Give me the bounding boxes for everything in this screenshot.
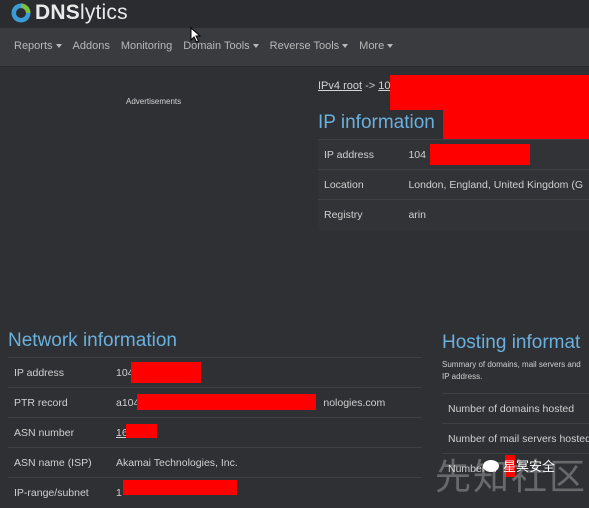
network-info-key: ASN name (ISP) [8,447,110,478]
breadcrumb-current-link[interactable]: 10 [378,80,390,92]
network-info-key: IP address [8,357,110,388]
nav-item-addons[interactable]: Addons [73,40,110,52]
nav-item-label: Addons [72,40,110,52]
redaction-block [443,110,589,140]
hosting-info-key: Number of domains hosted [442,393,589,424]
nav-item-reports[interactable]: Reports [14,40,62,52]
mouse-cursor-icon [190,27,202,43]
dnslytics-logo-icon [11,3,31,23]
network-info-key: IP-range/subnet [8,477,110,508]
logo[interactable]: DNSlytics [10,1,128,25]
ip-info-key: Registry [318,199,403,230]
network-info-value-text: a104 [116,396,140,409]
caret-down-icon [342,44,349,49]
network-info-value-text: 1 [116,486,122,499]
redaction-block [430,144,530,165]
ip-info-key: Location [318,169,403,200]
network-info-key: ASN number [8,417,110,448]
nav-item-more[interactable]: More [359,40,394,52]
caret-down-icon [55,44,62,49]
nav-item-label: More [359,40,385,52]
ip-info-value-text: 104 [408,148,426,161]
ip-info-value: London, England, United Kingdom (G [402,169,589,200]
redaction-block [126,424,157,438]
hosting-info-row: Number of domains hosted [442,393,589,424]
network-info-row: IP address 104 [8,357,422,388]
network-info-row: ASN name (ISP) Akamai Technologies, Inc. [8,447,422,478]
hosting-information-heading: Hosting informat [442,332,581,353]
redaction-block [123,480,237,495]
redaction-block [390,75,589,110]
wechat-icon [483,459,499,472]
brand-name-thin: lytics [79,1,128,24]
network-info-key: PTR record [8,387,110,418]
network-info-value: Akamai Technologies, Inc. [110,447,422,478]
ip-info-value-text: arin [408,208,426,221]
network-information-heading: Network information [8,330,177,351]
watermark-badge-text: 星冥安全 [503,459,556,474]
redaction-block [131,362,201,383]
watermark-badge: 星冥安全 [483,456,555,475]
brand-bar: DNSlytics [0,0,589,28]
nav-item-reverse-tools[interactable]: Reverse Tools [270,40,349,52]
main-nav: Reports Addons Monitoring Domain Tools Rever… [0,28,589,67]
ip-info-key: IP address [318,139,403,170]
caret-down-icon [387,44,394,49]
nav-item-monitoring[interactable]: Monitoring [121,40,172,52]
ip-info-value: arin [402,199,589,230]
breadcrumb: IPv4 root -> 10 [318,80,391,92]
ip-info-row: Location London, England, United Kingdom … [318,169,589,200]
network-info-value-tail: nologies.com [323,396,386,409]
nav-list: Reports Addons Monitoring Domain Tools Rever… [14,40,404,52]
nav-item-label: Reports [14,40,53,52]
network-info-value-text: Akamai Technologies, Inc. [116,456,238,469]
network-info-row: ASN number 16 [8,417,422,448]
redaction-block [137,394,316,410]
breadcrumb-separator: -> [365,80,376,92]
ip-information-heading: IP information [318,112,435,133]
nav-item-label: Monitoring [120,40,173,52]
hosting-description: Summary of domains, mail servers and IP … [442,360,581,381]
brand-name-bold: DNS [35,1,80,24]
advertisements-label: Advertisements [126,97,182,106]
nav-item-label: Reverse Tools [269,40,340,52]
breadcrumb-root-link[interactable]: IPv4 root [318,80,362,92]
caret-down-icon [252,44,259,49]
ip-info-value-text: London, England, United Kingdom (G [408,178,583,191]
ip-info-row: Registry arin [318,199,589,230]
